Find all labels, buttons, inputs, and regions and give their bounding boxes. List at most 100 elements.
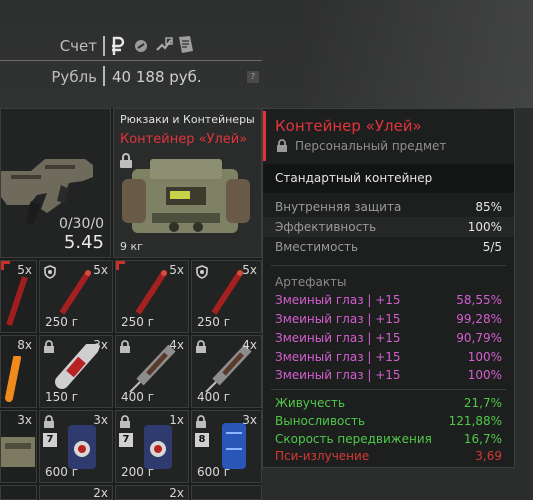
artifact-value: 100% bbox=[467, 368, 502, 382]
artifact-value: 99,28% bbox=[456, 312, 502, 326]
item-count: 3x bbox=[17, 413, 32, 427]
currency-divider bbox=[103, 66, 105, 86]
effect-row: Выносливость 121,88% bbox=[263, 411, 514, 431]
energy-drink-icon bbox=[68, 425, 96, 469]
lock-icon bbox=[196, 415, 206, 428]
inventory-slot[interactable]: 5x 250 г bbox=[115, 260, 189, 333]
item-weight: 250 г bbox=[197, 315, 231, 329]
artifacts-header: Артефакты bbox=[275, 275, 347, 289]
inventory-slot[interactable]: 3x bbox=[0, 410, 37, 483]
ruble-icon[interactable] bbox=[110, 36, 126, 60]
selected-item-card[interactable]: Рюкзаки и Контейнеры Контейнер «Улей» 9 … bbox=[113, 108, 262, 258]
weapon-stats: 0/30/0 5.45 bbox=[59, 216, 104, 253]
energy-drink-icon bbox=[144, 425, 172, 469]
header-background bbox=[300, 0, 533, 108]
effect-value: 16,7% bbox=[463, 432, 502, 446]
item-weight: 600 г bbox=[45, 465, 79, 479]
effect-label: Пси-излучение bbox=[275, 449, 370, 463]
balance-value: 40 188 руб. bbox=[112, 68, 202, 86]
artifact-label: Змеиный глаз | +15 bbox=[275, 350, 401, 364]
inventory-slot[interactable]: 3x 150 г bbox=[39, 335, 113, 408]
inventory-slot[interactable]: 2x bbox=[39, 485, 113, 500]
item-count: 2x bbox=[93, 486, 108, 500]
inventory-slot[interactable] bbox=[191, 485, 262, 500]
level-badge: 8 bbox=[195, 433, 209, 447]
item-count: 1x bbox=[169, 413, 184, 427]
inventory-slot[interactable]: 2x bbox=[115, 485, 189, 500]
artifact-value: 90,79% bbox=[456, 331, 502, 345]
inventory-slot[interactable]: 5x 250 г bbox=[39, 260, 113, 333]
artifact-row: Змеиный глаз | +15 100% bbox=[263, 347, 514, 367]
level-badge: 7 bbox=[43, 433, 57, 447]
artifact-label: Змеиный глаз | +15 bbox=[275, 312, 401, 326]
effect-row: Пси-излучение 3,69 bbox=[263, 446, 514, 466]
item-name: Контейнер «Улей» bbox=[120, 132, 248, 147]
item-weight: 150 г bbox=[45, 390, 79, 404]
red-rod-icon bbox=[135, 270, 167, 315]
lock-icon bbox=[277, 139, 287, 152]
effect-row: Живучесть 21,7% bbox=[263, 393, 514, 413]
artifact-row: Змеиный глаз | +15 100% bbox=[263, 365, 514, 385]
item-count: 3x bbox=[93, 338, 108, 352]
artifact-row: Змеиный глаз | +15 90,79% bbox=[263, 328, 514, 348]
artifact-label: Змеиный глаз | +15 bbox=[275, 293, 401, 307]
inventory-slot[interactable]: 4x 400 г bbox=[191, 335, 262, 408]
inventory-slot[interactable]: 8x bbox=[0, 335, 37, 408]
item-weight: 600 г bbox=[197, 465, 231, 479]
stat-row: Эффективность 100% bbox=[263, 217, 514, 237]
effect-label: Выносливость bbox=[275, 414, 366, 428]
tooltip-description: Стандартный контейнер bbox=[275, 171, 433, 185]
divider bbox=[271, 389, 506, 390]
inventory-slot[interactable]: 5x 250 г bbox=[191, 260, 262, 333]
red-rod-icon bbox=[6, 276, 28, 326]
inventory-slot[interactable]: 4x 400 г bbox=[115, 335, 189, 408]
item-weight: 400 г bbox=[121, 390, 155, 404]
header-separator bbox=[0, 60, 262, 61]
artifact-value: 100% bbox=[467, 350, 502, 364]
item-count: 5x bbox=[17, 263, 32, 277]
effect-value: 121,88% bbox=[448, 414, 502, 428]
item-weight: 250 г bbox=[45, 315, 79, 329]
effect-value: 21,7% bbox=[463, 396, 502, 410]
item-count: 2x bbox=[169, 486, 184, 500]
inventory-slot[interactable] bbox=[0, 485, 37, 500]
glowstick-icon bbox=[5, 356, 21, 402]
item-weight: 400 г bbox=[197, 390, 231, 404]
item-count: 4x bbox=[242, 338, 257, 352]
stat-row: Внутренняя защита 85% bbox=[263, 197, 514, 217]
stat-value: 100% bbox=[467, 220, 502, 234]
inventory-slot[interactable]: 7 3x 600 г bbox=[39, 410, 113, 483]
account-label: Счет bbox=[59, 37, 97, 55]
artifact-row: Змеиный глаз | +15 58,55% bbox=[263, 290, 514, 310]
artifact-label: Змеиный глаз | +15 bbox=[275, 331, 401, 345]
rarity-bar bbox=[263, 111, 266, 161]
item-tooltip: Контейнер «Улей» Персональный предмет Ст… bbox=[262, 108, 515, 468]
item-count: 8x bbox=[17, 338, 32, 352]
red-rod-icon bbox=[59, 270, 91, 315]
item-weight: 9 кг bbox=[120, 240, 143, 253]
ammo-box-icon bbox=[1, 437, 35, 467]
item-weight: 250 г bbox=[121, 315, 155, 329]
weapon-weight: 5.45 bbox=[63, 232, 104, 253]
help-icon[interactable]: ? bbox=[247, 71, 259, 83]
artifact-row: Змеиный глаз | +15 99,28% bbox=[263, 309, 514, 329]
item-count: 5x bbox=[169, 263, 184, 277]
inventory-slot[interactable]: 8 3x 600 г bbox=[191, 410, 262, 483]
weapon-slot[interactable]: 0/30/0 5.45 bbox=[0, 108, 111, 258]
item-count: 4x bbox=[169, 338, 184, 352]
coin-icon[interactable] bbox=[134, 38, 148, 57]
stat-row: Вместимость 5/5 bbox=[263, 237, 514, 257]
inventory-slot[interactable]: 7 1x 200 г bbox=[115, 410, 189, 483]
effect-label: Скорость передвижения bbox=[275, 432, 432, 446]
rifle-icon bbox=[1, 159, 93, 225]
inventory-slot[interactable]: 5x bbox=[0, 260, 37, 333]
effect-label: Живучесть bbox=[275, 396, 346, 410]
account-divider bbox=[103, 36, 105, 56]
level-badge: 7 bbox=[119, 433, 133, 447]
divider bbox=[271, 265, 506, 266]
red-rod-icon bbox=[211, 270, 243, 315]
document-icon[interactable] bbox=[176, 34, 196, 60]
exchange-icon[interactable] bbox=[154, 35, 174, 59]
background-strip bbox=[262, 468, 533, 500]
stat-label: Эффективность bbox=[275, 220, 377, 234]
